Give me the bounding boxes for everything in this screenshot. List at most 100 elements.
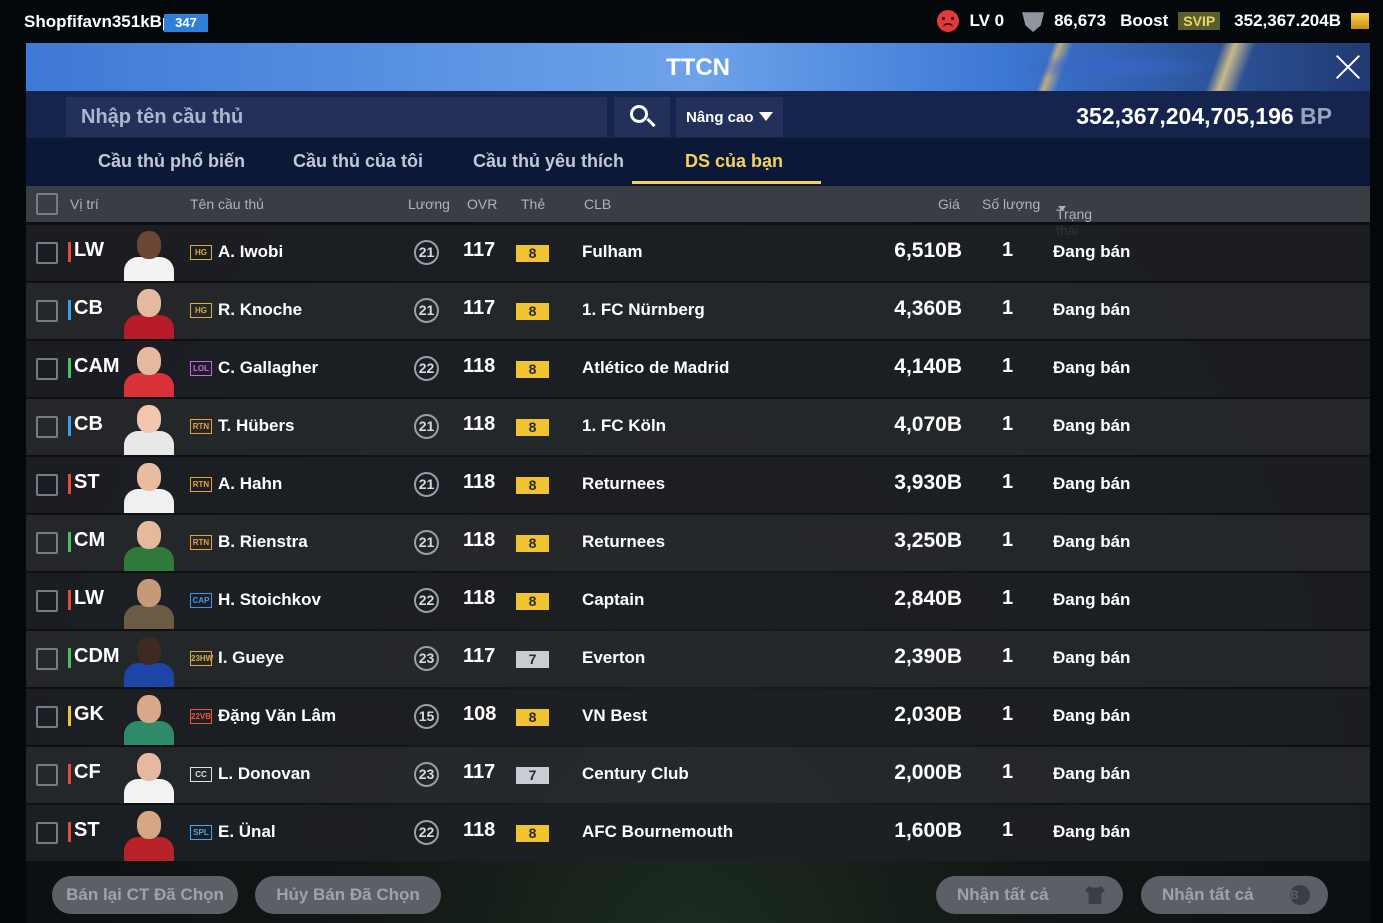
player-position: LW: [74, 587, 104, 609]
ticket-icon[interactable]: [1351, 13, 1369, 29]
search-icon: [630, 105, 648, 123]
row-checkbox[interactable]: [36, 242, 58, 264]
listing-status: Đang bán: [1053, 648, 1131, 667]
cancel-selected-button[interactable]: Hủy Bán Đã Chọn: [255, 876, 441, 914]
bp-balance: 352,367,204,705,196 BP: [1076, 103, 1332, 130]
season-icon: HG: [190, 303, 212, 318]
claim-all-coins-button[interactable]: Nhận tất cả B: [1141, 876, 1328, 914]
player-quantity: 1: [1002, 471, 1014, 493]
close-icon[interactable]: [1334, 53, 1362, 81]
player-position: CAM: [74, 355, 120, 377]
player-club: Atlético de Madrid: [582, 358, 730, 377]
listing-status: Đang bán: [1053, 532, 1131, 551]
season-icon: SPL: [190, 825, 212, 840]
player-club: Captain: [582, 590, 645, 609]
player-quantity: 1: [1002, 761, 1014, 783]
trophies-value: 86,673: [1054, 11, 1107, 30]
col-grade: Thẻ: [521, 196, 546, 212]
upgrade-grade-badge: 7: [516, 767, 549, 784]
position-color-bar: [68, 416, 71, 436]
player-position: ST: [74, 819, 100, 841]
table-row[interactable]: ST RTN A. Hahn 21 118 8 Returnees 3,930B 1 Đang b…: [26, 457, 1370, 513]
bp-balance-value: 352,367,204,705,196: [1076, 103, 1294, 129]
search-button[interactable]: [614, 97, 670, 137]
season-icon: CC: [190, 767, 212, 782]
claim-all-players-button[interactable]: Nhận tất cả: [936, 876, 1123, 914]
col-ovr: OVR: [467, 196, 498, 212]
table-header: Vị trí Tên cầu thủ Lương OVR Thẻ CLB Giá…: [26, 186, 1370, 238]
season-icon: 23HW: [190, 651, 213, 666]
table-row[interactable]: ST SPL E. Ünal 22 118 8 AFC Bournemouth 1,600B 1…: [26, 805, 1370, 861]
player-club: AFC Bournemouth: [582, 822, 734, 841]
coins-value: 352,367.204B: [1234, 11, 1341, 30]
account-level-badge: 347: [164, 14, 208, 32]
player-photo: [122, 575, 176, 629]
position-color-bar: [68, 822, 71, 842]
season-icon: HG: [190, 245, 212, 260]
panel-title: TTCN: [666, 54, 730, 81]
table-row[interactable]: CB HG R. Knoche 21 117 8 1. FC Nürnberg 4,360B 1…: [26, 283, 1370, 339]
table-row[interactable]: CF CC L. Donovan 23 117 7 Century Club 2,000B 1 Đ…: [26, 747, 1370, 803]
player-price: 4,140B: [894, 355, 962, 378]
upgrade-grade-badge: 8: [516, 303, 549, 320]
player-photo: [122, 749, 176, 803]
table-row[interactable]: CAM LOL C. Gallagher 22 118 8 Atlético de Madr…: [26, 341, 1370, 397]
row-checkbox[interactable]: [36, 648, 58, 670]
table-row[interactable]: LW HG A. Iwobi 21 117 8 Fulham 6,510B 1 Đang bán: [26, 225, 1370, 281]
player-photo: [122, 401, 176, 455]
player-club: Returnees: [582, 474, 666, 493]
tab-popular-players[interactable]: Cầu thủ phổ biến: [98, 151, 245, 172]
claim-all-label: Nhận tất cả: [957, 885, 1049, 904]
coin-icon: B: [1290, 885, 1310, 905]
player-wage: 21: [414, 530, 439, 555]
table-row[interactable]: CM RTN B. Rienstra 21 118 8 Returnees 3,250B 1 Đa…: [26, 515, 1370, 571]
upgrade-grade-badge: 8: [516, 535, 549, 552]
row-checkbox[interactable]: [36, 706, 58, 728]
col-wage: Lương: [408, 196, 450, 212]
row-checkbox[interactable]: [36, 358, 58, 380]
search-bar: Nâng cao 352,367,204,705,196 BP: [26, 91, 1370, 138]
select-all-checkbox[interactable]: [36, 193, 58, 215]
player-name: T. Hübers: [218, 416, 295, 435]
row-checkbox[interactable]: [36, 300, 58, 322]
table-row[interactable]: CDM 23HW I. Gueye 23 117 7 Everton 2,390B 1 Đang …: [26, 631, 1370, 687]
player-quantity: 1: [1002, 587, 1014, 609]
player-name: C. Gallagher: [218, 358, 319, 377]
player-ovr: 117: [463, 239, 496, 261]
tab-my-players[interactable]: Cầu thủ của tôi: [293, 151, 423, 172]
row-checkbox[interactable]: [36, 590, 58, 612]
resell-selected-button[interactable]: Bán lại CT Đã Chọn: [52, 876, 238, 914]
col-player-name: Tên cầu thủ: [190, 196, 264, 212]
position-color-bar: [68, 590, 71, 610]
player-photo: [122, 633, 176, 687]
row-checkbox[interactable]: [36, 822, 58, 844]
table-row[interactable]: CB RTN T. Hübers 21 118 8 1. FC Köln 4,070B 1 Đan…: [26, 399, 1370, 455]
tab-your-list[interactable]: DS của bạn: [685, 151, 783, 172]
row-checkbox[interactable]: [36, 474, 58, 496]
position-color-bar: [68, 474, 71, 494]
player-quantity: 1: [1002, 297, 1014, 319]
player-search-input[interactable]: [66, 97, 607, 137]
listing-status: Đang bán: [1053, 590, 1131, 609]
row-checkbox[interactable]: [36, 764, 58, 786]
player-name: A. Hahn: [218, 474, 283, 493]
season-icon: RTN: [190, 535, 212, 550]
player-club: Fulham: [582, 242, 643, 261]
player-photo: [122, 517, 176, 571]
table-row[interactable]: GK 22VB Đặng Văn Lâm 15 108 8 VN Best 2,030B 1 Đa…: [26, 689, 1370, 745]
upgrade-grade-badge: 8: [516, 709, 549, 726]
position-color-bar: [68, 300, 71, 320]
player-wage: 22: [414, 820, 439, 845]
player-club: Century Club: [582, 764, 689, 783]
upgrade-grade-badge: 8: [516, 361, 549, 378]
table-row[interactable]: LW CAP H. Stoichkov 22 118 8 Captain 2,840B 1 Đan…: [26, 573, 1370, 629]
tab-favorite-players[interactable]: Cầu thủ yêu thích: [473, 151, 624, 172]
player-ovr: 117: [463, 645, 496, 667]
player-name: E. Ünal: [218, 822, 276, 841]
top-right-stats: LV 0 86,673 Boost SVIP 352,367.204B: [937, 10, 1369, 32]
row-checkbox[interactable]: [36, 532, 58, 554]
row-checkbox[interactable]: [36, 416, 58, 438]
player-photo: [122, 227, 176, 281]
player-quantity: 1: [1002, 355, 1014, 377]
advanced-filter-dropdown[interactable]: Nâng cao: [676, 97, 783, 137]
